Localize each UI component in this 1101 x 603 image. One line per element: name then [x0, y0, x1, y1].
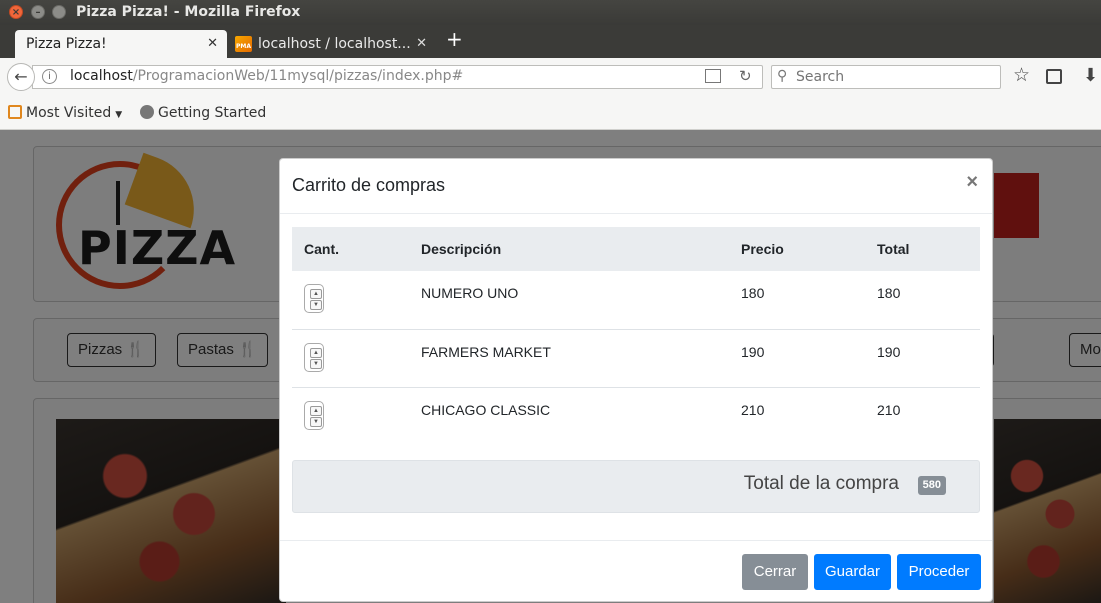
- total-label: Total de la compra: [743, 473, 899, 494]
- tab-pizza[interactable]: Pizza Pizza! ✕: [15, 30, 227, 58]
- cart-table: Cant. Descripción Precio Total ▲ ▼ NUMERO…: [292, 227, 980, 445]
- chevron-down-icon[interactable]: ▼: [310, 416, 322, 427]
- chevron-up-icon[interactable]: ▲: [310, 405, 322, 416]
- search-icon: ⚲: [777, 68, 788, 84]
- chevron-down-icon: ▼: [115, 110, 123, 120]
- window-maximize-button[interactable]: [52, 5, 66, 19]
- bookmarks-bar: Most Visited ▼ Getting Started: [0, 96, 1101, 130]
- tab-close-icon[interactable]: ✕: [207, 30, 218, 58]
- new-tab-button[interactable]: +: [446, 27, 463, 51]
- item-total: 190: [865, 328, 980, 387]
- window-title: Pizza Pizza! - Mozilla Firefox: [76, 4, 301, 20]
- phpmyadmin-icon: PMA: [235, 36, 252, 52]
- globe-icon: [140, 105, 154, 119]
- window-close-button[interactable]: ×: [9, 5, 23, 19]
- window-minimize-button[interactable]: –: [31, 5, 45, 19]
- modal-footer: Cerrar Guardar Proceder: [280, 540, 992, 602]
- chevron-up-icon[interactable]: ▲: [310, 289, 322, 299]
- close-icon[interactable]: ×: [966, 171, 978, 194]
- item-price: 190: [729, 328, 865, 387]
- reading-list-icon[interactable]: [1046, 69, 1062, 84]
- back-button[interactable]: ←: [7, 63, 35, 91]
- tab-strip: Pizza Pizza! ✕ PMA localhost / localhost…: [0, 25, 1101, 58]
- url-text[interactable]: localhost/ProgramacionWeb/11mysql/pizzas…: [70, 68, 463, 84]
- bookmark-star-icon[interactable]: ☆: [1013, 64, 1030, 86]
- table-row: ▲ ▼ FARMERS MARKET 190 190: [292, 328, 980, 387]
- url-bar[interactable]: i localhost/ProgramacionWeb/11mysql/pizz…: [32, 65, 763, 89]
- reader-view-icon[interactable]: [705, 69, 721, 83]
- bookmark-most-visited[interactable]: Most Visited ▼: [8, 105, 122, 121]
- column-header-cant: Cant.: [292, 227, 409, 271]
- bookmark-getting-started[interactable]: Getting Started: [140, 105, 266, 121]
- item-description: FARMERS MARKET: [409, 328, 729, 387]
- item-price: 180: [741, 285, 765, 301]
- item-total: 180: [877, 285, 901, 301]
- close-button[interactable]: Cerrar: [742, 554, 808, 590]
- item-description: CHICAGO CLASSIC: [409, 386, 729, 445]
- search-input[interactable]: [794, 68, 994, 86]
- item-total: 210: [865, 386, 980, 445]
- table-row: ▲ ▼ NUMERO UNO 180 180: [292, 271, 980, 329]
- reload-icon[interactable]: ↻: [739, 67, 752, 85]
- search-bar[interactable]: ⚲: [771, 65, 1001, 89]
- total-badge: 580: [917, 476, 946, 495]
- info-icon[interactable]: i: [42, 69, 57, 84]
- proceed-button[interactable]: Proceder: [897, 554, 981, 590]
- chevron-down-icon[interactable]: ▼: [310, 300, 322, 310]
- column-header-precio: Precio: [729, 227, 865, 271]
- modal-header: Carrito de compras ×: [280, 159, 992, 214]
- purchase-total: Total de la compra 580: [292, 460, 980, 513]
- tab-close-icon[interactable]: ✕: [416, 30, 427, 58]
- quantity-stepper[interactable]: ▲ ▼: [304, 400, 324, 430]
- column-header-total: Total: [865, 227, 980, 271]
- cart-modal: Carrito de compras × Cant. Descripción P…: [279, 158, 993, 602]
- save-button[interactable]: Guardar: [814, 554, 891, 590]
- chevron-down-icon[interactable]: ▼: [310, 358, 322, 369]
- tab-phpmyadmin[interactable]: PMA localhost / localhost... ✕: [230, 30, 436, 58]
- chevron-up-icon[interactable]: ▲: [310, 347, 322, 358]
- table-header-row: Cant. Descripción Precio Total: [292, 227, 980, 271]
- modal-title: Carrito de compras: [292, 175, 446, 195]
- quantity-stepper[interactable]: ▲ ▼: [304, 284, 324, 313]
- most-visited-icon: [8, 105, 22, 119]
- tab-label: Pizza Pizza!: [26, 36, 107, 52]
- item-price: 210: [729, 386, 865, 445]
- download-icon[interactable]: ⬇: [1083, 65, 1098, 86]
- item-description: NUMERO UNO: [421, 285, 519, 301]
- tab-label: localhost / localhost...: [258, 36, 411, 52]
- quantity-stepper[interactable]: ▲ ▼: [304, 342, 324, 372]
- window-title-bar: × – Pizza Pizza! - Mozilla Firefox: [0, 0, 1101, 25]
- table-row: ▲ ▼ CHICAGO CLASSIC 210 210: [292, 386, 980, 445]
- navigation-bar: i localhost/ProgramacionWeb/11mysql/pizz…: [0, 58, 1101, 96]
- column-header-descripcion: Descripción: [409, 227, 729, 271]
